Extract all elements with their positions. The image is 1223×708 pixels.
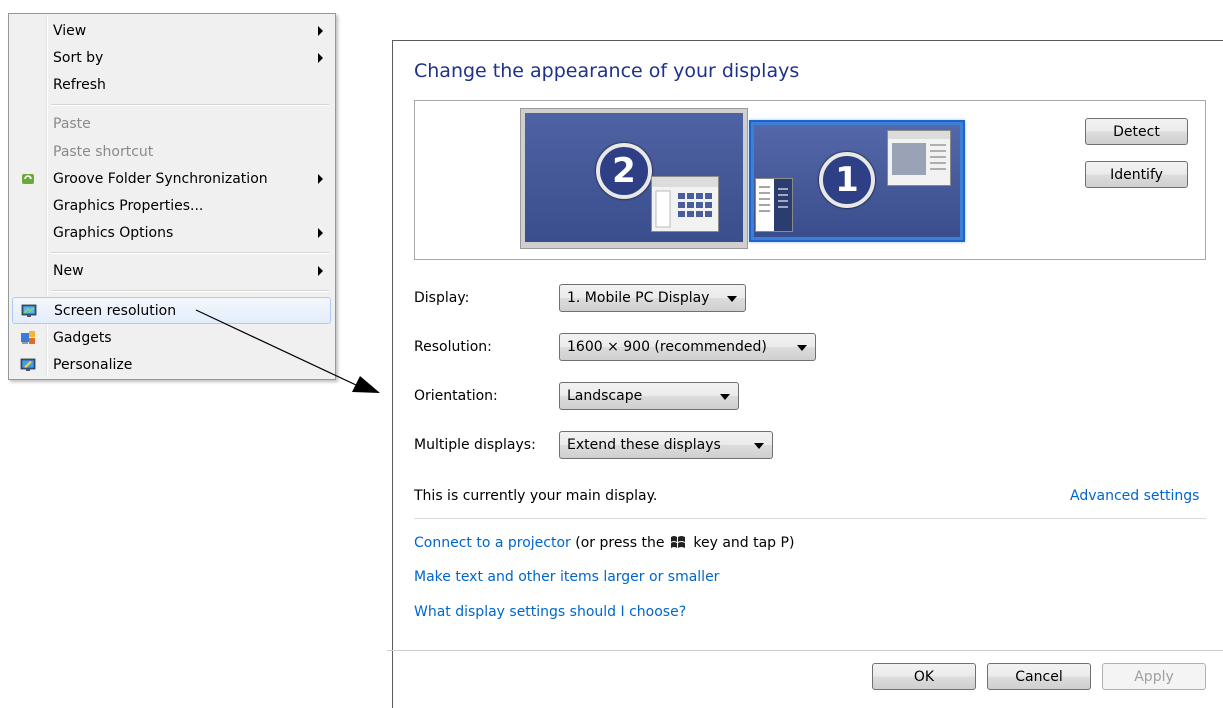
connect-projector-link[interactable]: Connect to a projector [414,535,571,551]
display-label: Display: [414,290,470,306]
multiple-displays-label: Multiple displays: [414,437,536,453]
chevron-down-icon [727,296,737,302]
connect-projector-line: Connect to a projector (or press the key… [414,534,794,551]
monitor-1[interactable]: 1 [749,120,965,242]
chevron-down-icon [797,345,807,351]
document-window-icon [888,131,950,175]
footer-divider [387,650,1223,651]
monitor-2[interactable]: 2 [520,108,748,249]
ok-button[interactable]: OK [872,663,976,690]
page-title: Change the appearance of your displays [414,60,800,82]
connect-projector-text: (or press the [575,535,665,551]
detect-button[interactable]: Detect [1085,118,1188,145]
display-arrangement-preview: 2 1 Detect Identify [414,100,1206,260]
chevron-down-icon [754,443,764,449]
display-help-link[interactable]: What display settings should I choose? [414,604,686,620]
windows-logo-icon [670,536,685,548]
cancel-button[interactable]: Cancel [987,663,1091,690]
start-menu-icon [756,179,792,231]
start-menu-thumbnail-icon [755,178,793,232]
window-thumbnail-icon [887,130,951,186]
orientation-select-value: Landscape [567,388,643,404]
window-thumbnail-icon [651,176,719,232]
grid-window-icon [652,177,718,228]
orientation-label: Orientation: [414,388,498,404]
monitor-number-badge: 1 [819,152,875,208]
advanced-settings-link[interactable]: Advanced settings [1070,488,1199,504]
multiple-displays-select[interactable]: Extend these displays [559,431,773,459]
resolution-select-value: 1600 × 900 (recommended) [567,339,767,355]
chevron-down-icon [720,394,730,400]
monitor-number-badge: 2 [596,143,652,199]
identify-button[interactable]: Identify [1085,161,1188,188]
resolution-select[interactable]: 1600 × 900 (recommended) [559,333,816,361]
text-size-link[interactable]: Make text and other items larger or smal… [414,569,719,585]
main-display-status: This is currently your main display. [414,488,658,504]
display-select-value: 1. Mobile PC Display [567,290,710,306]
display-settings-panel: Change the appearance of your displays 2 [387,40,1223,708]
apply-button: Apply [1102,663,1206,690]
divider [414,518,1206,519]
resolution-label: Resolution: [414,339,492,355]
orientation-select[interactable]: Landscape [559,382,739,410]
display-select[interactable]: 1. Mobile PC Display [559,284,746,312]
multiple-displays-select-value: Extend these displays [567,437,721,453]
connect-projector-text-end: key and tap P) [693,535,795,551]
